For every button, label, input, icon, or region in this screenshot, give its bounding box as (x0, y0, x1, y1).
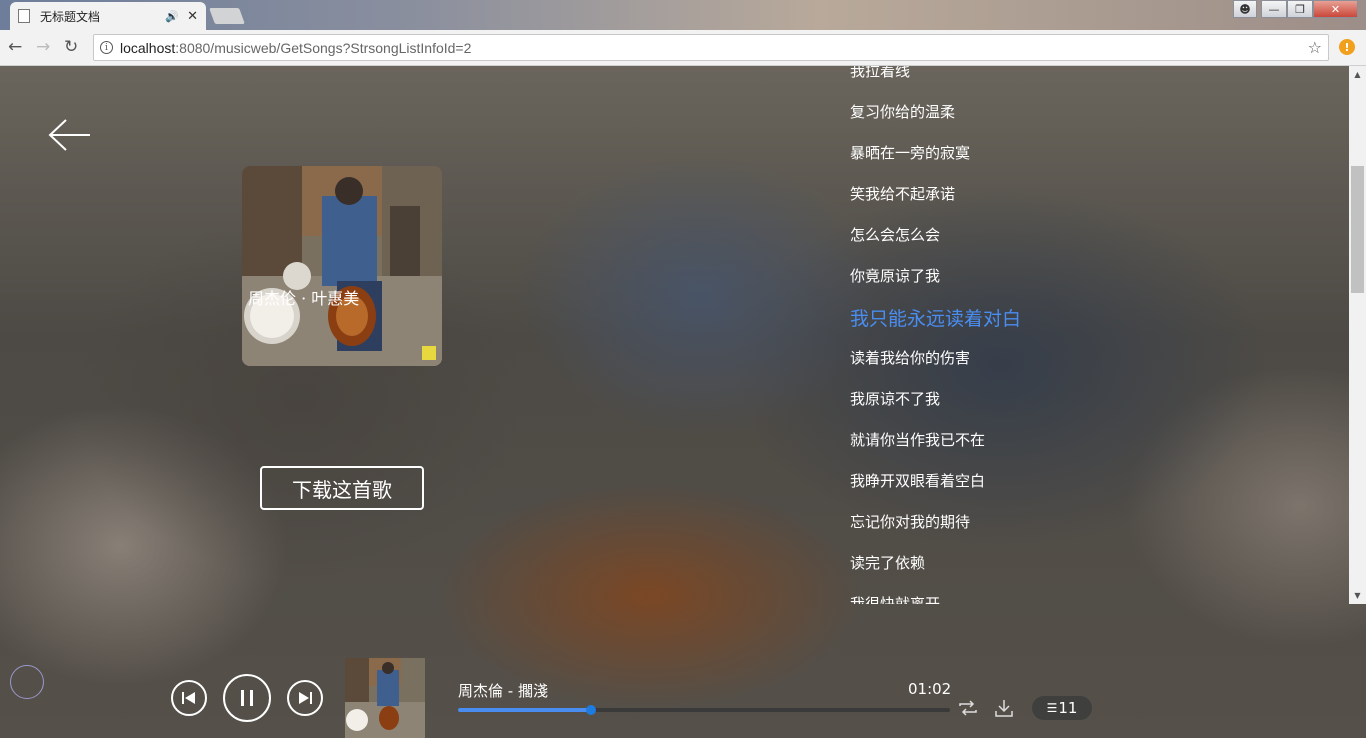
chrome-menu-icon[interactable]: ! (1339, 39, 1355, 55)
lyric-line: 我原谅不了我 (850, 390, 941, 408)
lyric-line: 我拉着线 (850, 66, 911, 80)
lyric-line: 复习你给的温柔 (850, 103, 956, 121)
user-icon[interactable]: ☻ (1233, 0, 1257, 18)
album-cover: 周杰伦 · 叶惠美 (242, 166, 442, 366)
browser-tabstrip: 无标题文档 🔊 ✕ ☻ — ❐ ✕ (0, 0, 1366, 30)
progress-handle[interactable] (585, 705, 596, 715)
skip-forward-icon (299, 692, 312, 704)
new-tab-button[interactable] (209, 8, 245, 24)
progress-fill (458, 708, 591, 712)
lyric-line: 暴晒在一旁的寂寞 (850, 144, 971, 162)
progress-bar[interactable] (458, 705, 950, 715)
repeat-icon[interactable] (958, 700, 978, 716)
url-path: :8080/musicweb/GetSongs?StrsongListInfoI… (175, 39, 472, 56)
now-playing-cover (345, 658, 425, 738)
album-signature: 周杰伦 · 叶惠美 (248, 289, 359, 308)
lyric-line: 你竟原谅了我 (850, 267, 941, 285)
previous-track-button[interactable] (171, 680, 207, 716)
corner-badge (10, 665, 44, 699)
current-time: 01:02 (908, 680, 952, 698)
pause-icon (241, 690, 253, 706)
lyrics-panel[interactable]: 我拉着线复习你给的温柔 暴晒在一旁的寂寞 笑我给不起承诺 怎么会怎么会 你竟原谅了我我只… (850, 66, 1350, 604)
skip-back-icon (182, 692, 195, 704)
reload-icon[interactable]: ↻ (64, 37, 78, 57)
close-window-button[interactable]: ✕ (1313, 0, 1358, 18)
tab-title: 无标题文档 (40, 9, 101, 24)
forward-icon[interactable]: → (36, 37, 50, 57)
playlist-icon: ☰ (1046, 701, 1058, 715)
url-host: localhost (120, 39, 176, 56)
scroll-down-arrow-icon[interactable]: ▼ (1349, 587, 1366, 604)
browser-toolbar: ← → ↻ i localhost:8080/musicweb/GetSongs… (0, 30, 1366, 66)
pause-button[interactable] (223, 674, 271, 722)
back-arrow-icon[interactable] (48, 118, 92, 152)
speaker-icon: 🔊 (165, 9, 180, 23)
lyric-line-current: 我只能永远读着对白 (850, 308, 1022, 330)
back-icon[interactable]: ← (8, 37, 22, 57)
music-page: 周杰伦 · 叶惠美 下载这首歌 我拉着线复习你给的温柔 暴晒在一旁的寂寞 笑我给不起… (0, 66, 1366, 738)
address-bar[interactable]: i localhost:8080/musicweb/GetSongs?Strso… (93, 34, 1329, 61)
scroll-thumb[interactable] (1351, 166, 1364, 293)
lyric-line: 笑我给不起承诺 (850, 185, 956, 203)
document-icon (18, 9, 30, 23)
browser-tab[interactable]: 无标题文档 🔊 ✕ (10, 2, 206, 30)
lyric-line: 我很快就离开 (850, 595, 941, 604)
now-playing-title: 周杰倫 - 擱淺 (458, 682, 548, 700)
minimize-button[interactable]: — (1261, 0, 1287, 18)
lyric-line: 读完了依赖 (850, 554, 926, 572)
lyric-line: 就请你当作我已不在 (850, 431, 986, 449)
maximize-button[interactable]: ❐ (1287, 0, 1313, 18)
lyric-line: 忘记你对我的期待 (850, 513, 971, 531)
next-track-button[interactable] (287, 680, 323, 716)
info-icon[interactable]: i (100, 41, 113, 54)
scroll-up-arrow-icon[interactable]: ▲ (1349, 66, 1366, 83)
lyric-line: 读着我给你的伤害 (850, 349, 971, 367)
lyrics-scrollbar[interactable]: ▲ ▼ (1349, 66, 1366, 604)
bookmark-star-icon[interactable]: ☆ (1308, 38, 1322, 57)
lyric-line: 怎么会怎么会 (850, 226, 941, 244)
lyric-line: 我睁开双眼看着空白 (850, 472, 986, 490)
close-tab-icon[interactable]: ✕ (187, 9, 198, 24)
playlist-button[interactable]: ☰ 11 (1032, 696, 1092, 720)
download-icon[interactable] (994, 698, 1014, 718)
download-song-button[interactable]: 下载这首歌 (260, 466, 424, 510)
playlist-count: 11 (1058, 699, 1078, 717)
